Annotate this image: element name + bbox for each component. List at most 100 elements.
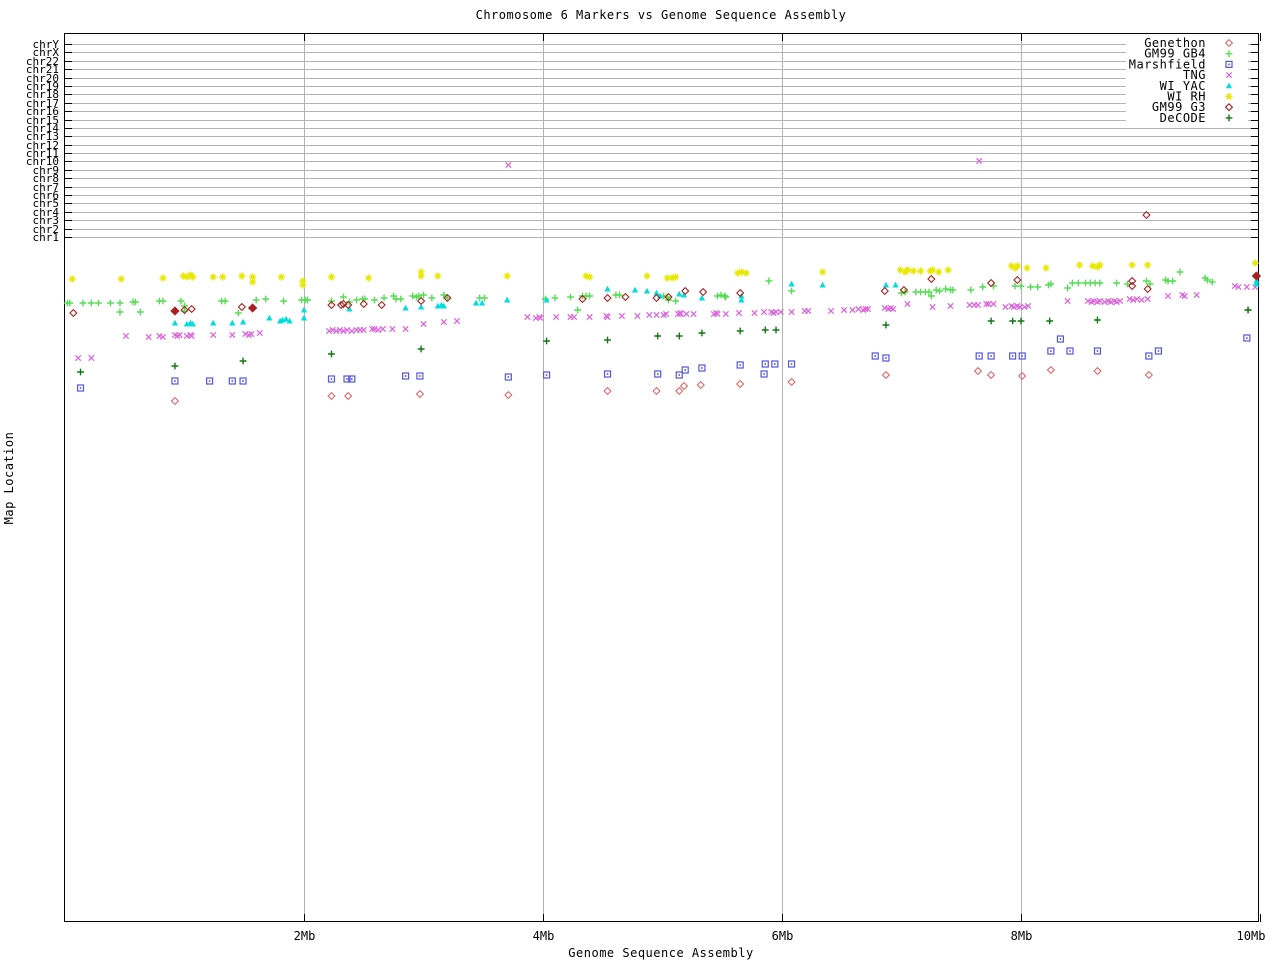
marker-plus xyxy=(1068,279,1076,287)
marker-square-dot xyxy=(1157,350,1160,352)
marker-star xyxy=(1251,259,1259,267)
marker-plus xyxy=(409,292,417,300)
marker-plus xyxy=(942,285,950,293)
marker-square-dot xyxy=(606,373,609,375)
chromosome-markers-scatter-plot: chrYchrXchr22chr21chr20chr19chr18chr17ch… xyxy=(2,8,1266,960)
marker-plus xyxy=(932,286,940,294)
marker-star xyxy=(819,268,827,276)
marker-triangle xyxy=(229,319,236,326)
marker-plus xyxy=(736,327,744,335)
marker-star xyxy=(917,267,925,275)
marker-plus xyxy=(543,337,550,345)
marker-diamond xyxy=(359,299,368,309)
marker-square-dot xyxy=(874,355,877,357)
marker-plus xyxy=(1064,284,1072,292)
marker-plus xyxy=(171,362,179,370)
marker-cross xyxy=(586,313,593,321)
legend-label: DeCODE xyxy=(1160,111,1206,125)
marker-star xyxy=(1144,261,1152,269)
marker-square-dot xyxy=(545,374,548,376)
marker-triangle xyxy=(504,296,511,303)
marker-plus xyxy=(1113,279,1120,287)
marker-diamond xyxy=(880,286,889,296)
marker-diamond xyxy=(787,377,796,387)
marker-star xyxy=(417,272,425,280)
marker-square-dot xyxy=(419,375,421,377)
marker-cross xyxy=(360,326,367,334)
marker-diamond xyxy=(735,379,745,389)
marker-plus xyxy=(177,297,185,305)
marker-cross xyxy=(929,303,936,311)
marker-star xyxy=(249,278,257,286)
marker-plus xyxy=(1034,283,1042,291)
marker-square-dot xyxy=(1021,355,1023,357)
x-tick-label: 2Mb xyxy=(294,929,316,943)
marker-star xyxy=(209,273,217,281)
marker-plus xyxy=(136,308,144,316)
marker-star xyxy=(219,273,227,281)
x-axis-title: Genome Sequence Assembly xyxy=(568,946,753,960)
marker-square-dot xyxy=(656,373,659,375)
marker-plus xyxy=(574,306,582,314)
marker-diamond xyxy=(377,300,386,310)
x-axis-tick-labels: 2Mb 4Mb 6Mb 8Mb 10Mb xyxy=(294,929,1266,943)
chart-title: Chromosome 6 Markers vs Genome Sequence … xyxy=(476,8,847,22)
marker-diamond xyxy=(698,287,708,297)
marker-cross xyxy=(904,300,911,308)
marker-plus xyxy=(77,368,84,376)
marker-triangle xyxy=(698,294,706,301)
marker-cross xyxy=(74,354,82,362)
marker-plus xyxy=(1096,279,1104,287)
marker-star xyxy=(117,275,125,283)
marker-square-dot xyxy=(678,374,681,376)
marker-plus xyxy=(1176,268,1184,276)
marker-diamond xyxy=(170,306,180,316)
marker-square-dot xyxy=(507,376,510,378)
marker-plus xyxy=(234,309,242,317)
marker-cross xyxy=(751,309,758,317)
marker-triangle xyxy=(402,304,409,311)
marker-diamond xyxy=(681,286,690,296)
marker-diamond xyxy=(986,370,996,380)
marker-plus xyxy=(428,294,436,302)
marker-plus xyxy=(772,326,780,334)
marker-star xyxy=(1023,264,1031,272)
marker-cross xyxy=(524,313,531,321)
chart-page: chrY chrX chr22 chr21 chr20 chr19 chr18 chr17 ch… xyxy=(0,0,1280,960)
marker-cross xyxy=(849,306,856,314)
marker-plus xyxy=(1017,282,1025,290)
marker-diamond xyxy=(621,292,630,302)
marker-cross xyxy=(653,311,660,319)
marker-triangle xyxy=(788,280,795,287)
marker-plus xyxy=(721,292,729,300)
marker-cross xyxy=(805,307,812,315)
series-wirh xyxy=(68,259,1259,289)
marker-cross xyxy=(840,306,848,314)
marker-plus xyxy=(221,297,229,305)
marker-square-dot xyxy=(1069,350,1071,352)
marker-plus xyxy=(262,295,270,303)
marker-diamond xyxy=(696,380,705,390)
marker-plus xyxy=(116,299,124,307)
marker-diamond xyxy=(652,386,661,396)
marker-cross xyxy=(88,354,95,362)
marker-triangle xyxy=(300,314,308,321)
marker-plus xyxy=(239,357,247,365)
marker-cross xyxy=(402,325,409,333)
marker-square-dot xyxy=(1148,355,1150,357)
marker-cross xyxy=(618,312,626,320)
marker-cross xyxy=(1144,295,1151,303)
plot-border xyxy=(64,33,1259,922)
marker-diamond xyxy=(1018,371,1027,381)
marker-star xyxy=(159,274,167,282)
marker-plus xyxy=(371,296,378,304)
marker-plus xyxy=(675,332,683,340)
marker-cross xyxy=(1002,303,1009,311)
marker-plus xyxy=(252,296,260,304)
marker-plus xyxy=(654,332,662,340)
marker-diamond xyxy=(1046,365,1056,375)
marker-square-dot xyxy=(208,380,211,382)
marker-plus xyxy=(967,286,975,294)
series-decode xyxy=(77,306,1252,376)
series-wiyac xyxy=(171,277,1260,327)
